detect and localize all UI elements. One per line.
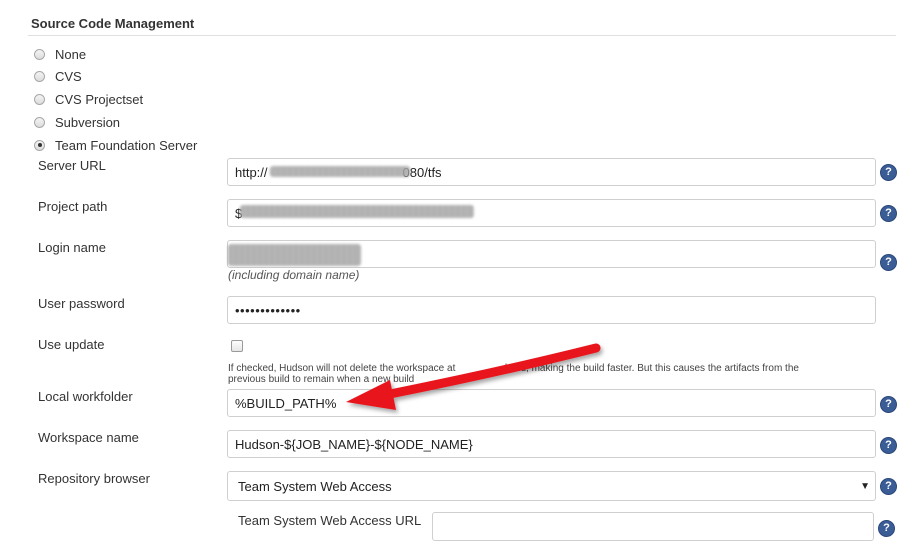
redacted-login-name [228, 244, 361, 266]
local-workfolder-value: %BUILD_PATH% [235, 395, 337, 411]
radio-option-none[interactable]: None [34, 45, 86, 63]
use-update-help-text: If checked, Hudson will not delete the w… [228, 363, 868, 385]
workspace-name-value: Hudson-${JOB_NAME}-${NODE_NAME} [235, 436, 473, 452]
tswa-url-input[interactable] [432, 512, 874, 541]
server-url-value-prefix: http:// [235, 164, 268, 180]
chevron-down-icon: ▼ [860, 481, 870, 492]
repository-browser-selected: Team System Web Access [238, 478, 392, 494]
radio-label-cvs-projectset: CVS Projectset [55, 91, 144, 107]
annotation-arrow-icon [346, 343, 601, 410]
repository-browser-label: Repository browser [38, 471, 150, 486]
local-workfolder-input[interactable]: %BUILD_PATH% [227, 389, 876, 417]
use-update-checkbox[interactable] [231, 340, 243, 352]
server-url-help-icon[interactable]: ? [880, 164, 897, 181]
radio-option-subversion[interactable]: Subversion [34, 113, 120, 131]
radio-label-subversion: Subversion [55, 114, 121, 130]
radio-label-none: None [55, 46, 87, 62]
radio-cvs-projectset[interactable] [34, 93, 45, 105]
tswa-url-help-icon[interactable]: ? [878, 520, 895, 537]
radio-subversion[interactable] [34, 116, 45, 128]
workspace-name-help-icon[interactable]: ? [880, 437, 897, 454]
repository-browser-help-icon[interactable]: ? [880, 478, 897, 495]
use-update-help-line2: previous build to remain when a new buil… [228, 374, 415, 385]
use-update-label: Use update [38, 337, 105, 352]
radio-cvs[interactable] [34, 70, 45, 82]
radio-option-cvs[interactable]: CVS [34, 67, 82, 85]
radio-label-tfs: Team Foundation Server [55, 137, 198, 153]
radio-tfs[interactable] [34, 139, 45, 151]
radio-none[interactable] [34, 48, 45, 60]
workspace-name-input[interactable]: Hudson-${JOB_NAME}-${NODE_NAME} [227, 430, 876, 458]
project-path-help-icon[interactable]: ? [880, 205, 897, 222]
login-name-help-icon[interactable]: ? [880, 254, 897, 271]
user-password-value: ••••••••••••• [235, 302, 301, 318]
redacted-server-host [270, 166, 410, 177]
radio-label-cvs: CVS [55, 68, 82, 84]
redacted-project-path [240, 205, 474, 218]
project-path-label: Project path [38, 199, 108, 214]
user-password-input[interactable]: ••••••••••••• [227, 296, 876, 324]
tswa-url-label: Team System Web Access URL [238, 513, 422, 528]
workspace-name-label: Workspace name [38, 430, 139, 445]
use-update-help-line1: If checked, Hudson will not delete the w… [228, 363, 456, 374]
local-workfolder-help-icon[interactable]: ? [880, 396, 897, 413]
server-url-label: Server URL [38, 158, 106, 173]
section-divider [28, 35, 896, 36]
radio-option-tfs[interactable]: Team Foundation Server [34, 136, 197, 154]
repository-browser-select[interactable]: Team System Web Access ▼ [227, 471, 876, 501]
use-update-help-line1-end: build, making the build faster. But this… [504, 363, 799, 374]
radio-option-cvs-projectset[interactable]: CVS Projectset [34, 90, 143, 108]
local-workfolder-label: Local workfolder [38, 389, 133, 404]
user-password-label: User password [38, 296, 125, 311]
login-name-hint: (including domain name) [228, 268, 360, 282]
login-name-label: Login name [38, 240, 106, 255]
section-title: Source Code Management [31, 16, 195, 31]
